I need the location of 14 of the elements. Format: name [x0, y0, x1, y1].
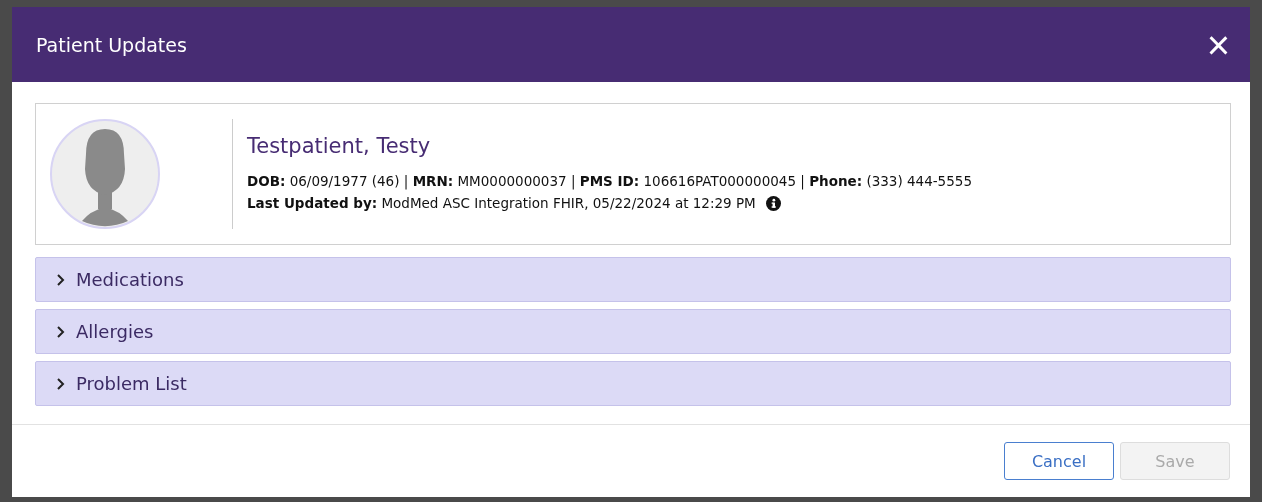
patient-name: Testpatient, Testy [247, 134, 432, 158]
window-title: Patient Updates [36, 33, 187, 56]
chevron-icon [56, 324, 66, 339]
info-icon[interactable] [765, 195, 781, 211]
close-button[interactable]: × [1206, 24, 1230, 65]
avatar-icon [50, 119, 160, 229]
accordion-section[interactable]: Allergies [35, 309, 1231, 354]
accordion-section[interactable]: Problem List [35, 361, 1231, 406]
chevron-icon [56, 272, 66, 287]
cancel-button[interactable]: Cancel [1004, 442, 1114, 480]
accordion-section[interactable]: Medications [35, 257, 1231, 302]
chevron-icon [56, 376, 66, 391]
patient-details: DOB: 06/09/1977 (46) | MRN: MM0000000037 | PMS ID: 106616PAT000000045 | Phone: (333) 444-5555 [247, 172, 972, 192]
last-updated-text: Last Updated by: ModMed ASC Integration FHIR, 05/22/2024 at 12:29 PM [247, 194, 756, 213]
